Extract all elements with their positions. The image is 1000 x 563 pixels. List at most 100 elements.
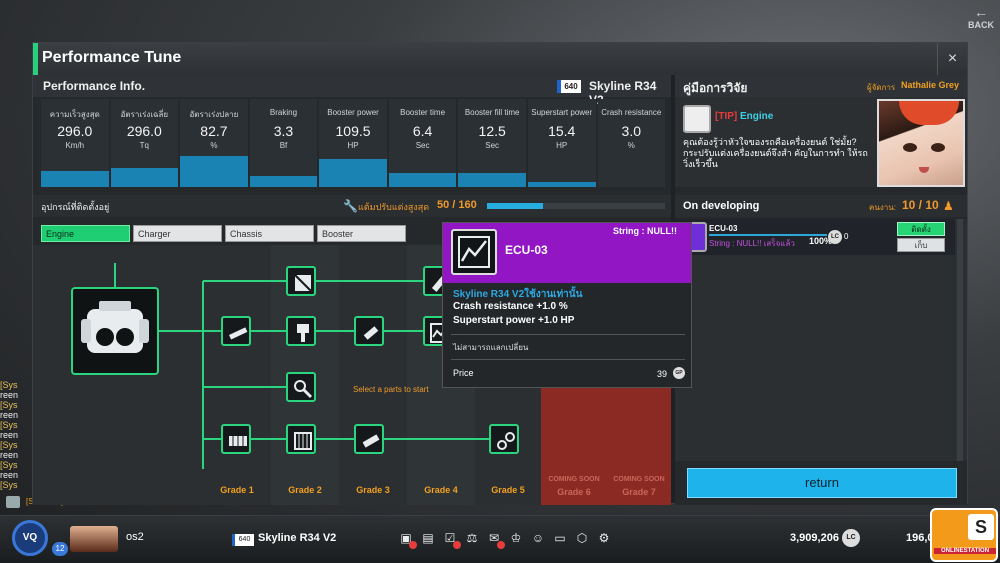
player-name: os2	[126, 531, 144, 543]
engine-root-node[interactable]	[71, 287, 159, 375]
garage-icon[interactable]: ▣	[398, 530, 417, 549]
scale-icon[interactable]: ⚖	[464, 530, 480, 546]
performance-info-header: Performance Info. 640 Skyline R34 V2	[33, 75, 671, 107]
store-button[interactable]: เก็บ	[897, 238, 945, 252]
window-header: Performance Tune ×	[33, 43, 967, 75]
stat-name: Superstart power	[531, 108, 593, 117]
manager-portrait	[877, 99, 965, 187]
list-scrollbar[interactable]	[957, 219, 963, 461]
stat-value: 12.5	[478, 123, 506, 139]
back-arrow-icon: ←	[974, 4, 988, 20]
part-node-radiator[interactable]	[286, 424, 316, 454]
ecu-graph-icon	[458, 236, 490, 268]
part-node-chain[interactable]	[489, 424, 519, 454]
stat-fill	[110, 167, 179, 187]
stat-unit: Km/h	[65, 141, 85, 150]
car-class-badge: 640	[232, 534, 254, 546]
tooltip-header: ECU-03 String : NULL!!	[443, 223, 691, 283]
stat-top-speed: ความเร็วสูงสุด 296.0 Km/h	[41, 99, 109, 187]
close-icon[interactable]: ×	[937, 43, 967, 75]
tip-title-text: Engine	[740, 111, 774, 122]
performance-info-title: Performance Info.	[43, 79, 146, 93]
tooltip-stat-line: Superstart power +1.0 HP	[453, 315, 575, 326]
gear-icon[interactable]: ⚙	[596, 530, 612, 546]
tab-booster[interactable]: Booster	[317, 225, 406, 242]
chat-line: reen	[0, 430, 19, 440]
stat-name: Crash resistance	[601, 108, 662, 117]
chat-line: [Sys	[0, 440, 18, 450]
manager-name: Nathalie Grey	[901, 80, 960, 90]
manager-label: ผู้จัดการ	[867, 83, 896, 92]
hud-menu-icons: ▣ ▤ ☑ ⚖ ✉ ♔ ☺ ▭ ⬡ ⚙	[398, 530, 612, 549]
part-node-intake[interactable]	[286, 266, 316, 296]
tip-text: คุณต้องรู้ว่าหัวใจของรถคือเครื่องยนต์ ใช…	[683, 137, 868, 169]
chat-icon[interactable]: ▭	[552, 530, 568, 546]
stat-unit: Sec	[415, 141, 430, 150]
stat-name: Booster power	[327, 108, 379, 117]
stat-booster-time: Booster time 6.4 Sec	[388, 99, 457, 187]
chain-icon	[497, 432, 515, 450]
tab-engine[interactable]: Engine	[41, 225, 130, 242]
stat-fill	[319, 158, 387, 187]
stat-value: 109.5	[335, 123, 371, 139]
return-button[interactable]: return	[687, 468, 957, 498]
stat-unit: Tq	[139, 141, 150, 150]
list-item[interactable]: ECU-03 String : NULL!! เสร็จแล้ว 100% LC…	[675, 219, 955, 255]
dice-icon[interactable]: ⬡	[574, 530, 590, 546]
notification-dot	[497, 541, 505, 549]
money-amount: 3,909,206	[790, 532, 839, 544]
chat-log: [Sys reen [Sys reen [Sys reen [Sys reen …	[0, 380, 34, 498]
radiator-icon	[294, 432, 312, 450]
player-level: 12	[52, 542, 68, 556]
back-label: BACK	[968, 20, 994, 30]
tuning-points-label: แต้มปรับแต่งสูงสุด	[358, 202, 430, 212]
part-node-manifold[interactable]	[221, 424, 251, 454]
tuning-icon[interactable]: ▤	[420, 530, 436, 546]
checklist-icon[interactable]: ☑	[442, 530, 461, 549]
tooltip-car-only: Skyline R34 V2ใช้งานเท่านั้น	[453, 289, 583, 300]
portrait-mouth	[919, 167, 929, 173]
dev-item-status: String : NULL!! เสร็จแล้ว	[709, 239, 795, 248]
ecu-icon	[451, 229, 497, 275]
stat-unit: HP	[347, 141, 359, 150]
part-node-camshaft[interactable]	[354, 424, 384, 454]
back-button[interactable]: ← BACK	[966, 4, 996, 34]
part-node-injector[interactable]	[221, 316, 251, 346]
tab-chassis[interactable]: Chassis	[225, 225, 314, 242]
chat-bubble-icon[interactable]	[6, 496, 20, 508]
stat-fill	[249, 176, 318, 187]
tip-title: [TIP] Engine	[715, 111, 773, 122]
piston-icon	[297, 324, 309, 342]
wrench-tool-icon	[294, 380, 313, 399]
part-node-plug[interactable]	[354, 316, 384, 346]
stat-fill	[388, 172, 457, 187]
tooltip-stat-line: Crash resistance +1.0 %	[453, 301, 568, 312]
tab-charger[interactable]: Charger	[133, 225, 222, 242]
on-developing-header: On developing คนงาน: 10 / 10 ♟	[675, 195, 967, 217]
tooltip-string: String : NULL!!	[613, 226, 677, 236]
friends-icon[interactable]: ☺	[530, 530, 546, 546]
notification-dot	[453, 541, 461, 549]
chat-line: [Sys	[0, 480, 18, 490]
car-class-badge: 640	[557, 80, 581, 93]
engine-tip-icon	[683, 105, 711, 133]
portrait-hat	[899, 101, 959, 125]
stat-unit: Sec	[485, 141, 500, 150]
window-title: Performance Tune	[42, 49, 182, 66]
trophy-icon[interactable]: ♔	[508, 530, 524, 546]
avatar[interactable]	[70, 526, 118, 552]
portrait-eye	[931, 143, 945, 152]
equipment-title: อุปกรณ์ที่ติดตั้งอยู่	[41, 202, 110, 212]
stat-name: ความเร็วสูงสุด	[49, 110, 100, 119]
worker-icon: ♟	[943, 199, 954, 213]
game-logo[interactable]: VQ	[12, 520, 48, 556]
part-node-wrench[interactable]	[286, 372, 316, 402]
tip-box: [TIP] Engine คุณต้องรู้ว่าหัวใจของรถคือเ…	[675, 97, 967, 187]
stat-booster-fill-time: Booster fill time 12.5 Sec	[458, 99, 526, 187]
mail-icon[interactable]: ✉	[486, 530, 505, 549]
part-node-piston[interactable]	[286, 316, 316, 346]
stat-avg-accel: อัตราเร่งเฉลี่ย 296.0 Tq	[110, 99, 179, 187]
right-panel: คู่มือการวิจัย ผู้จัดการ Nathalie Grey […	[675, 75, 967, 505]
install-button[interactable]: ติดตั้ง	[897, 222, 945, 236]
tip-tag: [TIP]	[715, 111, 738, 122]
